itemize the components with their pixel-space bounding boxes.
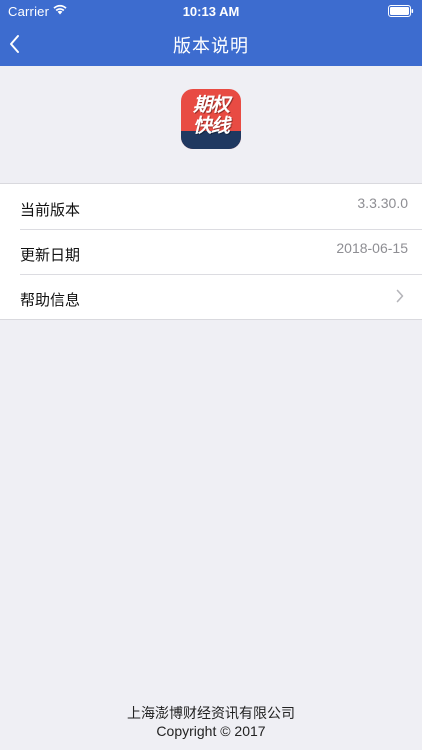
app-logo: 期权 快线 <box>181 89 241 149</box>
row-label: 更新日期 <box>20 247 81 264</box>
row-update-date: 更新日期 2018-06-15 <box>0 229 422 274</box>
navigation-bar: 版本说明 <box>0 22 422 66</box>
row-label: 帮助信息 <box>20 292 81 309</box>
info-list: 当前版本 3.3.30.0 更新日期 2018-06-15 帮助信息 <box>0 183 422 320</box>
row-current-version: 当前版本 3.3.30.0 <box>0 184 422 229</box>
header-bar: Carrier 10:13 AM 版本说明 <box>0 0 422 66</box>
row-value: 2018-06-15 <box>336 240 408 256</box>
logo-section: 期权 快线 <box>0 66 422 183</box>
row-label: 当前版本 <box>20 202 81 219</box>
page-title: 版本说明 <box>173 36 249 56</box>
logo-text: 期权 快线 <box>181 95 241 137</box>
logo-text-line2: 快线 <box>192 116 230 137</box>
row-value: 3.3.30.0 <box>357 195 408 211</box>
status-time: 10:13 AM <box>182 4 240 19</box>
company-name: 上海澎博财经资讯有限公司 <box>127 705 295 721</box>
logo-text-line1: 期权 <box>192 95 230 116</box>
chevron-right-icon <box>396 289 404 308</box>
status-bar: Carrier 10:13 AM <box>0 0 422 22</box>
footer: 上海澎博财经资讯有限公司 Copyright © 2017 <box>0 704 422 740</box>
copyright-text: Copyright © 2017 <box>156 723 266 739</box>
row-help-info[interactable]: 帮助信息 <box>0 274 422 319</box>
battery-icon <box>388 5 414 17</box>
